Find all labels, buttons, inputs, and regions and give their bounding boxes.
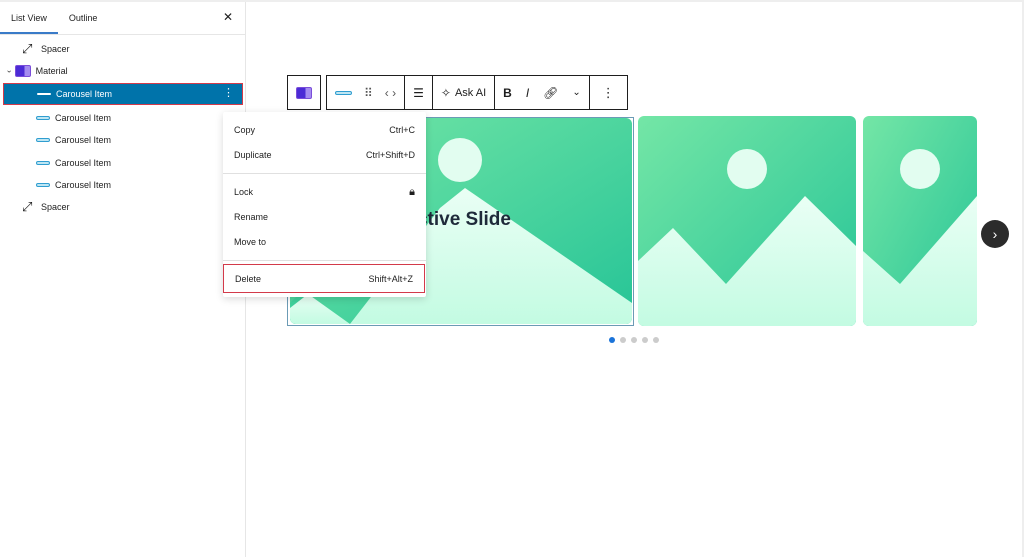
sidebar-tabs: List View Outline ✕ — [0, 2, 245, 35]
toolbar-segment-align: ☰ — [405, 76, 433, 109]
bold-button[interactable]: B — [503, 86, 512, 100]
more-options-icon[interactable]: ⋮ — [602, 85, 615, 101]
lock-icon: 🔒︎ — [409, 185, 415, 198]
menu-item-duplicate[interactable]: Duplicate Ctrl+Shift+D — [223, 144, 426, 166]
carousel-item-icon — [37, 93, 51, 95]
menu-item-rename[interactable]: Rename — [223, 206, 426, 228]
menu-item-label: Rename — [234, 212, 269, 222]
chevron-right-icon: › — [992, 226, 998, 242]
menu-item-label: Lock — [234, 187, 254, 197]
menu-item-label: Delete — [235, 273, 262, 284]
chevron-down-icon[interactable]: ⌄ — [572, 87, 580, 98]
ask-ai-button[interactable]: ✧ Ask AI — [441, 86, 486, 100]
carousel-item-icon — [36, 116, 50, 120]
spacer-icon: ⤢ — [22, 199, 33, 214]
menu-item-label: Copy — [234, 125, 256, 135]
tree-item-carousel-item[interactable]: Carousel Item — [0, 152, 246, 174]
block-type-button[interactable] — [335, 90, 352, 95]
tree-item-carousel-item[interactable]: Carousel Item — [0, 107, 246, 129]
carousel-pagination — [609, 337, 659, 343]
link-icon[interactable]: 🔗︎ — [543, 86, 558, 100]
pagination-dot[interactable] — [631, 337, 637, 343]
move-arrows-icon[interactable]: ‹ › — [385, 86, 396, 100]
tree-item-spacer[interactable]: ⤢ Spacer — [0, 196, 246, 218]
pagination-dot[interactable] — [620, 337, 626, 343]
toolbar-segment-block: ⠿ ‹ › — [327, 76, 406, 109]
tree-item-label: Spacer — [41, 202, 70, 212]
tree-item-label: Carousel Item — [55, 158, 112, 168]
tree-item-label: Carousel Item — [55, 135, 112, 145]
carousel-slide[interactable] — [863, 116, 977, 326]
image-placeholder-icon — [638, 116, 856, 326]
tree-item-label: Carousel Item — [55, 180, 112, 190]
block-toolbar: ⠿ ‹ › ☰ ✧ Ask AI B I 🔗︎ ⌄ ⋮ — [287, 75, 628, 110]
block-context-menu: Copy Ctrl+C Duplicate Ctrl+Shift+D Lock … — [223, 112, 426, 297]
pagination-dot[interactable] — [642, 337, 648, 343]
spacer-icon: ⤢ — [22, 41, 33, 56]
tree-item-carousel-item[interactable]: Carousel Item — [0, 129, 246, 151]
image-placeholder-icon — [863, 116, 977, 326]
sparkle-icon: ✧ — [440, 85, 451, 100]
carousel-block-icon — [14, 65, 31, 77]
menu-item-shortcut: Ctrl+Shift+D — [365, 150, 415, 160]
next-slide-button[interactable]: › — [981, 220, 1009, 248]
carousel-block-icon — [296, 86, 312, 99]
menu-item-shortcut: Shift+Alt+Z — [368, 273, 413, 284]
menu-item-label: Move to — [234, 237, 267, 247]
menu-divider — [223, 260, 426, 261]
close-icon[interactable]: ✕ — [223, 10, 233, 24]
toolbar-group: ⠿ ‹ › ☰ ✧ Ask AI B I 🔗︎ ⌄ ⋮ — [326, 75, 628, 110]
tree-item-label: Spacer — [41, 44, 70, 54]
more-options-icon[interactable]: ⋮ — [223, 87, 234, 99]
italic-button[interactable]: I — [526, 86, 529, 100]
menu-divider — [223, 173, 426, 174]
parent-block-button[interactable] — [287, 75, 321, 110]
toolbar-segment-format: B I 🔗︎ ⌄ — [495, 76, 590, 109]
list-view-sidebar: List View Outline ✕ ⤢ Spacer › Material … — [0, 2, 246, 557]
menu-item-copy[interactable]: Copy Ctrl+C — [223, 119, 426, 141]
tab-list-view[interactable]: List View — [0, 2, 58, 34]
carousel-item-icon — [36, 161, 50, 165]
toolbar-segment-options: ⋮ — [590, 76, 627, 109]
pagination-dot-active[interactable] — [609, 337, 615, 343]
tree-item-material[interactable]: › Material — [0, 60, 246, 82]
carousel-slide[interactable] — [638, 116, 856, 326]
tree-item-carousel-item[interactable]: Carousel Item — [0, 174, 246, 196]
align-icon[interactable]: ☰ — [413, 86, 424, 100]
chevron-down-icon[interactable]: › — [5, 70, 14, 73]
menu-item-shortcut: Ctrl+C — [389, 125, 415, 135]
toolbar-segment-ai: ✧ Ask AI — [433, 76, 496, 109]
menu-item-lock[interactable]: Lock 🔒︎ — [223, 181, 426, 203]
tree-item-spacer[interactable]: ⤢ Spacer — [0, 38, 246, 60]
tree-item-label: Carousel Item — [56, 89, 113, 99]
drag-handle-icon[interactable]: ⠿ — [364, 86, 373, 100]
menu-item-delete[interactable]: Delete Shift+Alt+Z — [223, 264, 425, 293]
pagination-dot[interactable] — [653, 337, 659, 343]
carousel-item-icon — [36, 183, 50, 187]
tab-outline[interactable]: Outline — [58, 2, 109, 34]
menu-item-move-to[interactable]: Move to — [223, 231, 426, 253]
carousel-item-icon — [36, 138, 50, 142]
tree-item-label: Carousel Item — [55, 113, 112, 123]
tree-item-label: Material — [35, 66, 68, 76]
ask-ai-label: Ask AI — [454, 86, 487, 99]
menu-item-label: Duplicate — [234, 150, 272, 160]
tree-item-carousel-item-selected[interactable]: Carousel Item ⋮ — [3, 83, 243, 105]
carousel-item-icon — [335, 90, 352, 95]
